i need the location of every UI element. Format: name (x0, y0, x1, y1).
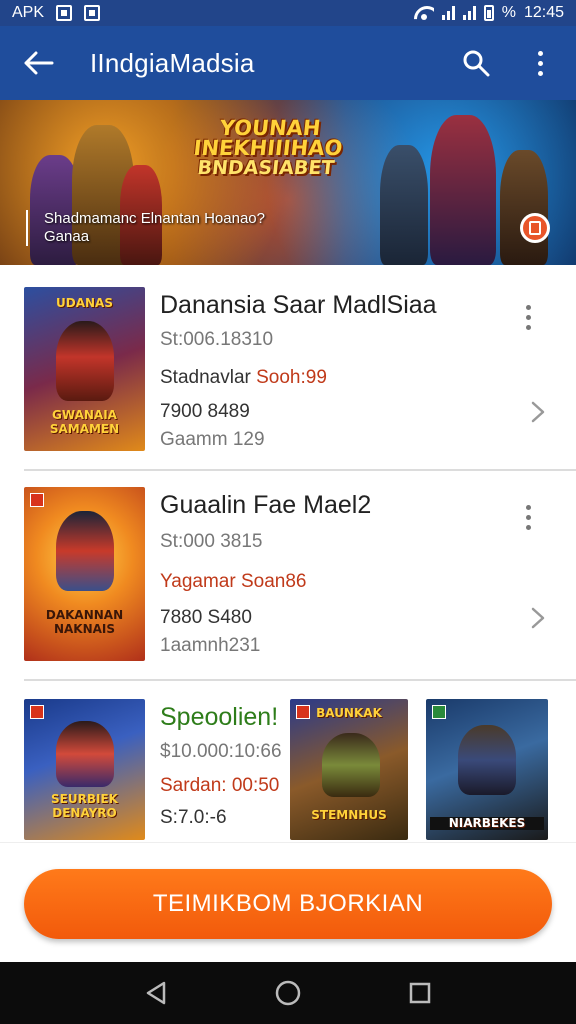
back-triangle-icon (146, 981, 166, 1005)
poster-title-bottom-2: SAMAMEN (49, 422, 120, 436)
banner-hero-right (380, 145, 428, 265)
game-poster-extra[interactable]: BAUNKAK STEMNHUS (290, 699, 408, 840)
poster-title-top: SEURBIEK (51, 792, 118, 806)
search-button[interactable] (458, 45, 494, 81)
item-subtitle: St:006.18310 (160, 329, 274, 350)
more-vert-icon (526, 505, 531, 530)
primary-cta-button[interactable]: TEIMIKBOM BJORKIAN (24, 869, 552, 939)
item-title: Danansia Saar MadlSiaa (160, 291, 437, 319)
item-stat: S:7.0:-6 (160, 807, 227, 828)
game-poster: DAKANNAN NAKNAIS (24, 487, 145, 661)
poster-tag (30, 493, 44, 507)
page-title: IIndgiaMadsia (90, 47, 255, 78)
wifi-icon (414, 6, 434, 20)
status-left: APK (12, 4, 101, 22)
poster-title-bottom: NAKNAIS (53, 622, 116, 636)
nav-recents-button[interactable] (400, 973, 440, 1013)
item-stat: 7900 8489 (160, 401, 250, 422)
item-meta: Stadnavlar Sooh:99 (160, 367, 327, 389)
poster-tag (30, 705, 44, 719)
poster-title-bottom: STEMNHUS (311, 808, 387, 822)
battery-icon (483, 5, 494, 21)
poster-tag (432, 705, 446, 719)
item-stat: 7880 S480 (160, 607, 252, 628)
overflow-menu-button[interactable] (522, 45, 558, 81)
poster-title-bottom: GWANAIA (52, 408, 117, 422)
item-subtitle: St:000 3815 (160, 531, 263, 552)
banner-game-logo: YOUNAH INEKHIIIHAO BNDASIABET (185, 116, 351, 179)
banner-caption-line-1: Shadmamanc Elnantan Hoanao? (44, 210, 265, 227)
poster-title-top: DAKANNAN (45, 608, 124, 622)
item-meta: Sardan: 00:50 (160, 775, 279, 797)
list-item[interactable]: UDANAS GWANAIA SAMAMEN Danansia Saar Mad… (0, 265, 576, 469)
home-circle-icon (275, 980, 301, 1006)
chevron-right-icon[interactable] (526, 401, 548, 423)
poster-hero (322, 733, 380, 797)
banner-hero-right-2 (430, 115, 496, 265)
poster-hero (56, 511, 114, 591)
item-subtitle: $10.000:10:66 (160, 741, 282, 762)
signal-icon (441, 6, 455, 20)
list-item[interactable]: DAKANNAN NAKNAIS Guaalin Fae Mael2 St:00… (0, 471, 576, 679)
poster-title-bottom: NIARBEKES (430, 817, 544, 830)
status-bar: APK % 12:45 (0, 0, 576, 26)
item-footer: 1aamnh231 (160, 635, 261, 656)
item-more-button[interactable] (526, 505, 531, 530)
item-meta-label: Stadnavlar (160, 367, 251, 388)
item-more-button[interactable] (526, 305, 531, 330)
poster-hero (458, 725, 516, 795)
notification-icon (84, 5, 101, 21)
system-nav-bar (0, 962, 576, 1024)
item-meta-value: 00:50 (231, 775, 280, 796)
nav-back-button[interactable] (136, 973, 176, 1013)
more-vert-icon (526, 305, 531, 330)
cta-area: TEIMIKBOM BJORKIAN (0, 842, 576, 962)
search-icon (463, 50, 490, 77)
clock: 12:45 (523, 4, 564, 21)
banner-caption-line-2: Ganaa (44, 228, 90, 245)
banner-badge-icon[interactable] (520, 213, 550, 243)
app-actions (458, 45, 558, 81)
poster-hero (56, 721, 114, 787)
back-button[interactable] (18, 42, 60, 84)
item-title: Speoolien! (160, 703, 279, 731)
poster-hero (56, 321, 114, 401)
banner-hero-right-3 (500, 150, 548, 265)
banner-title-line-2: INEKHIIIHAO (192, 136, 344, 160)
poster-title-top: BAUNKAK (316, 706, 382, 720)
banner-caption: Shadmamanc Elnantan Hoanao? Ganaa (26, 210, 265, 246)
item-meta-value: Soan86 (240, 571, 307, 592)
carrier-label: APK (12, 4, 45, 21)
game-poster-extra[interactable]: NIARBEKES (426, 699, 548, 840)
promo-banner[interactable]: YOUNAH INEKHIIIHAO BNDASIABET Shadmamanc… (0, 100, 576, 265)
item-meta-value: Sooh:99 (256, 367, 327, 388)
battery-percent: % (501, 4, 516, 21)
item-meta-label: Sardan: (160, 775, 227, 796)
nav-home-button[interactable] (268, 973, 308, 1013)
item-meta-label: Yagamar (160, 571, 236, 592)
list-item[interactable]: SEURBIEK DENAYRO Speoolien! $10.000:10:6… (0, 681, 576, 842)
banner-title-line-3: BNDASIABET (196, 157, 336, 179)
item-title: Guaalin Fae Mael2 (160, 491, 372, 519)
recents-square-icon (409, 982, 431, 1004)
signal-2-icon (462, 6, 476, 20)
game-poster: SEURBIEK DENAYRO (24, 699, 145, 840)
app-bar: IIndgiaMadsia (0, 26, 576, 100)
chevron-right-icon[interactable] (526, 607, 548, 629)
poster-title-bottom: DENAYRO (52, 806, 117, 820)
back-arrow-icon (24, 51, 54, 75)
more-vert-icon (537, 50, 543, 76)
item-footer: Gaamm 129 (160, 429, 265, 450)
poster-title-top: UDANAS (56, 296, 113, 310)
gallery-icon (56, 5, 73, 21)
game-poster: UDANAS GWANAIA SAMAMEN (24, 287, 145, 451)
item-meta: Yagamar Soan86 (160, 571, 306, 593)
status-right: % 12:45 (414, 4, 564, 22)
banner-title-line-1: YOUNAH (218, 116, 322, 140)
